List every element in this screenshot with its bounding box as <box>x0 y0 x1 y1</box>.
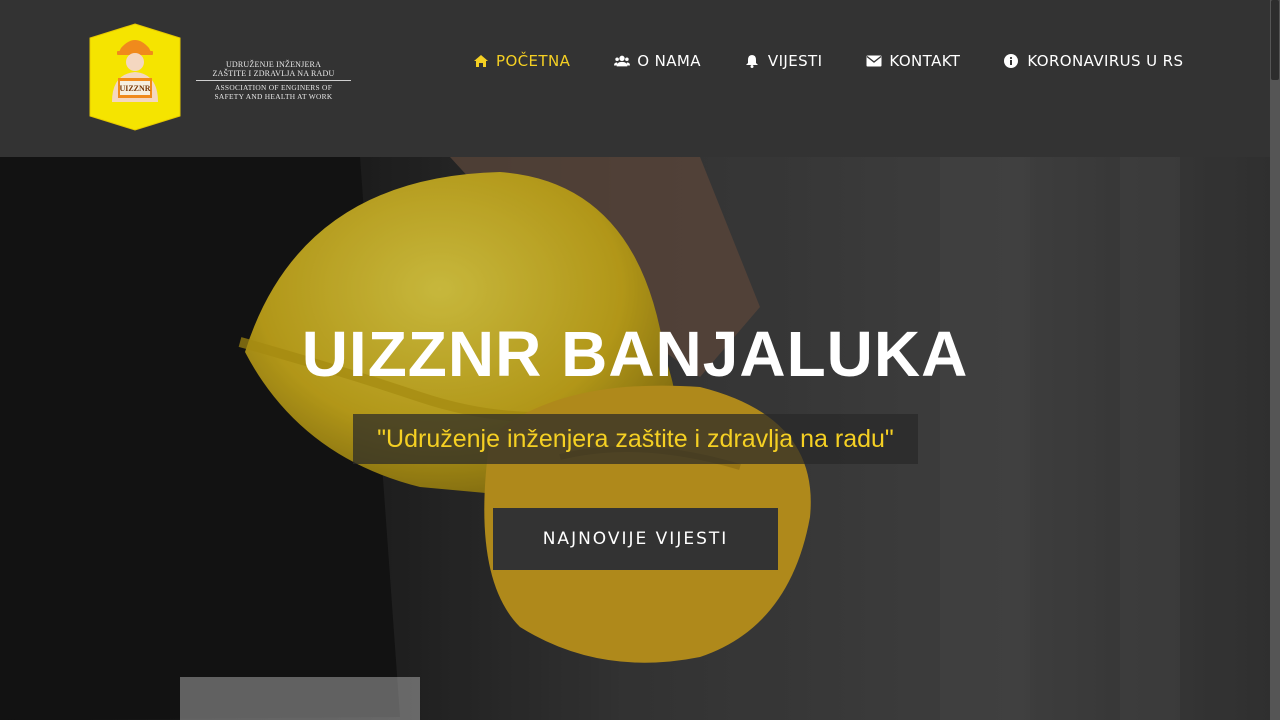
logo-line-4: SAFETY AND HEALTH AT WORK <box>214 92 333 101</box>
nav-item-pocetna[interactable]: POČETNA <box>473 52 570 70</box>
logo-line-1: UDRUŽENJE INŽENJERA <box>225 60 322 69</box>
logo-wordmark: UDRUŽENJE INŽENJERA ZAŠTITE I ZDRAVLJA N… <box>196 60 351 101</box>
nav-item-vijesti[interactable]: VIJESTI <box>745 52 823 70</box>
nav-item-koronavirus[interactable]: KORONAVIRUS U RS <box>1004 52 1183 70</box>
hero-section: UIZZNR BANJALUKA "Udruženje inženjera za… <box>0 157 1270 720</box>
users-icon <box>614 54 631 68</box>
logo-line-3: ASSOCIATION OF ENGINERS OF <box>214 83 333 92</box>
logo-badge-text: UIZZNR <box>119 84 150 93</box>
hero-subtitle: "Udruženje inženjera zaštite i zdravlja … <box>353 414 918 464</box>
nav-item-label: KONTAKT <box>889 52 961 70</box>
nav-item-o-nama[interactable]: O NAMA <box>614 52 701 70</box>
site-logo[interactable]: UIZZNR UDRUŽENJE INŽENJERA ZAŠTITE I ZDR… <box>88 22 354 134</box>
nav-item-kontakt[interactable]: KONTAKT <box>866 52 960 70</box>
nav-item-label: O NAMA <box>637 52 701 70</box>
logo-badge-icon: UIZZNR <box>89 23 181 131</box>
latest-news-button[interactable]: NAJNOVIJE VIJESTI <box>493 508 778 570</box>
bell-icon <box>745 54 761 68</box>
page-scrollbar[interactable] <box>1270 0 1280 720</box>
home-icon <box>473 54 489 68</box>
site-header: UIZZNR UDRUŽENJE INŽENJERA ZAŠTITE I ZDR… <box>0 0 1270 157</box>
logo-line-2: ZAŠTITE I ZDRAVLJA NA RADU <box>212 69 335 78</box>
nav-item-label: POČETNA <box>496 52 571 70</box>
nav-item-label: KORONAVIRUS U RS <box>1027 52 1184 70</box>
nav-item-label: VIJESTI <box>767 52 823 70</box>
main-nav: POČETNA O NAMA VIJESTI KONTAKT KORONAVIR… <box>473 50 1183 72</box>
hero-title: UIZZNR BANJALUKA <box>301 318 969 390</box>
envelope-icon <box>866 54 882 68</box>
info-circle-icon <box>1004 54 1020 68</box>
scrollbar-thumb[interactable] <box>1271 0 1279 80</box>
logo-divider <box>196 80 351 81</box>
